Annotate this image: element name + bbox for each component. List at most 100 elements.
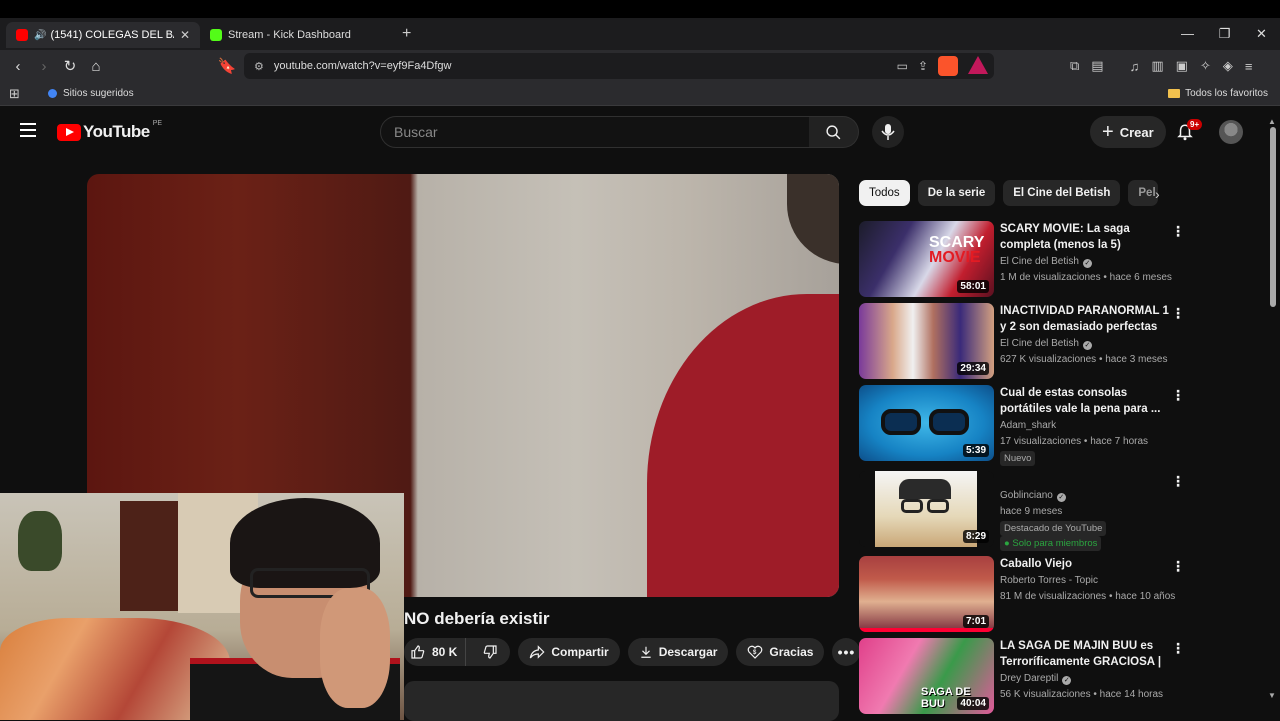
- list-item[interactable]: SAGA DE BUU 40:04 LA SAGA DE MAJIN BUU e…: [859, 638, 1185, 716]
- search-input[interactable]: Buscar: [380, 116, 810, 148]
- voice-search-button[interactable]: [872, 116, 904, 148]
- share-icon[interactable]: ⇪: [918, 56, 928, 76]
- more-horizontal-icon: •••: [837, 644, 856, 660]
- scroll-down-icon[interactable]: ▼: [1268, 691, 1276, 700]
- share-button[interactable]: Compartir: [518, 638, 620, 666]
- list-item[interactable]: 8:29 Goblinciano ✓ hace 9 meses Destacado…: [859, 471, 1185, 551]
- brave-shields-icon[interactable]: [938, 56, 958, 76]
- site-settings-icon[interactable]: ⚙: [254, 60, 264, 73]
- close-tab-icon[interactable]: ✕: [180, 28, 190, 42]
- verified-check-icon: ✓: [1062, 676, 1072, 685]
- forward-icon[interactable]: ›: [32, 58, 56, 75]
- video-thumbnail[interactable]: 29:34: [859, 303, 994, 379]
- extensions-icon[interactable]: ⧉: [1070, 58, 1079, 74]
- youtube-favicon-icon: [16, 29, 28, 41]
- more-vertical-icon[interactable]: ⋮: [1171, 388, 1185, 402]
- more-vertical-icon[interactable]: ⋮: [1171, 306, 1185, 320]
- download-button[interactable]: Descargar: [627, 638, 729, 666]
- dislike-button[interactable]: [472, 644, 510, 660]
- chip-peliculas[interactable]: Pel: [1128, 180, 1159, 206]
- scroll-thumb[interactable]: [1270, 127, 1276, 307]
- list-item[interactable]: SCARY MOVIE 58:01 SCARY MOVIE: La saga co…: [859, 221, 1185, 299]
- video-thumbnail[interactable]: SAGA DE BUU 40:04: [859, 638, 994, 714]
- hamburger-menu-icon[interactable]: [20, 123, 36, 141]
- verified-check-icon: ✓: [1082, 259, 1092, 268]
- bookmark-suggested[interactable]: Sitios sugeridos: [48, 88, 134, 99]
- avatar[interactable]: [1219, 120, 1243, 144]
- wallet-icon[interactable]: ▣: [1176, 58, 1188, 74]
- url-field[interactable]: ⚙ youtube.com/watch?v=eyf9Fa4Dfgw ▭ ⇪: [244, 53, 994, 79]
- restore-icon[interactable]: ❐: [1206, 18, 1243, 50]
- minimize-icon[interactable]: —: [1169, 18, 1206, 50]
- home-icon[interactable]: ⌂: [84, 58, 108, 75]
- video-thumbnail[interactable]: 5:39: [859, 385, 994, 461]
- verified-check-icon: ✓: [1056, 493, 1066, 502]
- bookmark-icon[interactable]: 🔖: [215, 57, 239, 75]
- leo-ai-icon[interactable]: ✧: [1200, 58, 1211, 74]
- channel-name[interactable]: Goblinciano: [1000, 490, 1053, 501]
- chip-de-la-serie[interactable]: De la serie: [917, 180, 996, 206]
- members-only-badge: ● Solo para miembros: [1000, 536, 1102, 551]
- description-box[interactable]: [404, 681, 839, 721]
- channel-name[interactable]: El Cine del Betish: [1000, 256, 1079, 267]
- channel-name[interactable]: El Cine del Betish: [1000, 338, 1079, 349]
- video-thumbnail[interactable]: 8:29: [859, 471, 994, 547]
- more-vertical-icon[interactable]: ⋮: [1171, 641, 1185, 655]
- more-vertical-icon[interactable]: ⋮: [1171, 559, 1185, 573]
- bookmark-all-favorites[interactable]: Todos los favoritos: [1168, 88, 1268, 99]
- window-controls: — ❐ ✕: [1169, 18, 1280, 50]
- video-thumbnail[interactable]: SCARY MOVIE 58:01: [859, 221, 994, 297]
- list-item[interactable]: 29:34 INACTIVIDAD PARANORMAL 1 y 2 son d…: [859, 303, 1185, 381]
- list-item[interactable]: 7:01 Caballo Viejo Roberto Torres - Topi…: [859, 556, 1185, 634]
- brave-rewards-icon[interactable]: [968, 56, 988, 74]
- browser-tab-bar: 🔊 (1541) COLEGAS DEL BARRIO ✕ Stream - K…: [0, 18, 1280, 50]
- search-icon: [826, 124, 841, 139]
- reload-icon[interactable]: ↻: [58, 57, 82, 75]
- more-vertical-icon[interactable]: ⋮: [1171, 474, 1185, 488]
- like-button[interactable]: 80 K: [404, 638, 467, 666]
- chip-el-cine-del-betish[interactable]: El Cine del Betish: [1003, 180, 1121, 206]
- new-tab-icon[interactable]: +: [402, 25, 411, 43]
- screen-top-strip: [0, 0, 1280, 18]
- reader-icon[interactable]: ▤: [1091, 58, 1103, 74]
- share-arrow-icon: [530, 645, 545, 659]
- globe-icon: [48, 89, 57, 98]
- page-scrollbar[interactable]: ▲ ▼: [1268, 117, 1276, 717]
- more-vertical-icon[interactable]: ⋮: [1171, 224, 1185, 238]
- list-item[interactable]: 5:39 Cual de estas consolas portátiles v…: [859, 385, 1185, 466]
- thanks-button[interactable]: $ Gracias: [736, 638, 825, 666]
- sidebar-icon[interactable]: ▥: [1151, 58, 1163, 74]
- heart-dollar-icon: $: [748, 645, 763, 659]
- music-icon[interactable]: ♫: [1130, 59, 1140, 74]
- back-icon[interactable]: ‹: [6, 58, 30, 75]
- chip-todos[interactable]: Todos: [859, 180, 910, 206]
- scroll-up-icon[interactable]: ▲: [1268, 117, 1276, 126]
- microphone-icon: [881, 124, 895, 140]
- youtube-page: YouTube PE Buscar + Crear 9+ NO debería …: [0, 107, 1280, 721]
- svg-text:$: $: [753, 650, 757, 656]
- plus-icon: +: [1102, 121, 1114, 143]
- vpn-icon[interactable]: ◈: [1223, 58, 1233, 74]
- youtube-logo[interactable]: YouTube PE: [57, 120, 162, 142]
- channel-name[interactable]: Adam_shark: [1000, 420, 1056, 431]
- video-thumbnail[interactable]: 7:01: [859, 556, 994, 632]
- search-button[interactable]: [809, 116, 859, 148]
- channel-name[interactable]: Drey Dareptil: [1000, 673, 1058, 684]
- tab-youtube[interactable]: 🔊 (1541) COLEGAS DEL BARRIO ✕: [6, 22, 200, 48]
- tab-kick[interactable]: Stream - Kick Dashboard: [200, 22, 394, 48]
- download-icon: [641, 646, 651, 658]
- cast-icon[interactable]: ▭: [897, 56, 908, 76]
- featured-badge: Destacado de YouTube: [1000, 521, 1107, 536]
- channel-name[interactable]: Roberto Torres - Topic: [1000, 575, 1098, 586]
- menu-icon[interactable]: ≡: [1245, 59, 1253, 74]
- url-text: youtube.com/watch?v=eyf9Fa4Dfgw: [273, 60, 452, 72]
- speaker-icon[interactable]: 🔊: [34, 30, 46, 41]
- create-button[interactable]: + Crear: [1090, 116, 1166, 148]
- thumbs-up-icon: [411, 645, 425, 659]
- more-actions-button[interactable]: •••: [832, 638, 861, 666]
- verified-check-icon: ✓: [1082, 341, 1092, 350]
- apps-grid-icon[interactable]: ⊞: [9, 86, 20, 102]
- toolbar-extensions: ⧉ ▤ ♫ ▥ ▣ ✧ ◈ ≡: [1070, 50, 1252, 82]
- chevron-right-icon[interactable]: ›: [1155, 186, 1160, 202]
- close-window-icon[interactable]: ✕: [1243, 18, 1280, 50]
